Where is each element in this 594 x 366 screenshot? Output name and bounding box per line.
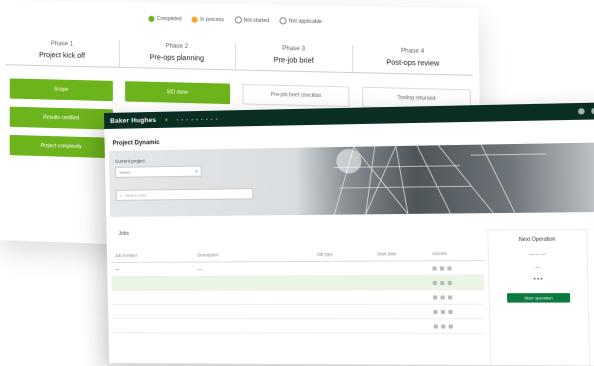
phase-number: Phase 1 [6, 40, 119, 48]
column-header[interactable]: Job type [312, 251, 373, 256]
legend-in-process: In process [192, 16, 224, 24]
delete-icon[interactable] [447, 266, 451, 270]
column-header: Actions [428, 251, 484, 257]
delete-icon[interactable] [449, 324, 453, 328]
rig-illustration [291, 142, 594, 215]
legend-not-applicable: Not applicable [279, 17, 322, 25]
phase-name: Project kick off [6, 51, 119, 61]
delete-icon[interactable] [448, 295, 452, 299]
view-icon[interactable] [441, 309, 445, 313]
phase-name: Post-ops review [353, 59, 472, 69]
nav-links[interactable]: • • • • • • • • • [177, 116, 219, 122]
row-actions [429, 295, 485, 299]
view-icon[interactable] [440, 280, 444, 284]
row-actions [429, 324, 485, 328]
phase-column[interactable]: Phase 2 Pre-ops planning [120, 40, 236, 69]
phase-column[interactable]: Phase 1 Project kick off [6, 38, 120, 67]
brand-logo[interactable]: Baker Hughes [110, 116, 156, 124]
legend-in-process-label: In process [200, 16, 224, 23]
search-input[interactable]: ⌕ Search jobs [116, 188, 254, 201]
task-tile[interactable]: Project complexity [10, 135, 113, 158]
delete-icon[interactable] [448, 309, 452, 313]
project-select[interactable]: Select ▾ [115, 166, 202, 178]
hero-banner: Current project Select ▾ ⌕ Search jobs [109, 142, 594, 217]
column-header[interactable]: Start date [373, 251, 428, 256]
jobs-section-title: Jobs [118, 231, 129, 237]
project-select-value: Select [119, 170, 130, 175]
task-tile[interactable]: Results certified [10, 107, 113, 130]
view-icon[interactable] [440, 295, 444, 299]
not-started-dot-icon [234, 16, 241, 23]
side-panel-title: Next Operation [488, 236, 586, 243]
notification-icon[interactable] [578, 108, 585, 114]
next-operation-panel: Next Operation — — — — • • • Start opera… [487, 229, 590, 366]
not-applicable-dot-icon [279, 17, 286, 24]
completed-dot-icon [149, 15, 155, 21]
legend-not-started-label: Not started [244, 17, 269, 24]
row-actions [428, 266, 484, 270]
chevron-down-icon: ▾ [196, 169, 198, 174]
edit-icon[interactable] [433, 309, 437, 313]
side-panel-value: • • • [489, 276, 587, 283]
phase-number: Phase 2 [120, 43, 235, 51]
edit-icon[interactable] [433, 295, 437, 299]
row-actions [428, 280, 484, 284]
phase-name: Pre-job brief [236, 56, 353, 66]
jobs-table: Job number Description Job type Start da… [111, 246, 485, 333]
table-row[interactable] [111, 276, 484, 291]
side-panel-line: — [489, 265, 587, 271]
column-header[interactable]: Job number [111, 252, 193, 258]
table-row[interactable]: —— [111, 261, 484, 277]
phase-name: Pre-ops planning [120, 54, 235, 64]
edit-icon[interactable] [434, 324, 438, 328]
search-icon: ⌕ [120, 193, 122, 198]
legend-not-applicable-label: Not applicable [289, 18, 322, 25]
start-operation-button[interactable]: Start operation [507, 293, 570, 303]
task-tile[interactable]: SID done [125, 81, 230, 104]
delete-icon[interactable] [448, 280, 452, 284]
table-row[interactable] [112, 305, 485, 320]
legend-not-started: Not started [234, 16, 269, 24]
search-placeholder: Search jobs [125, 192, 146, 197]
project-selector-panel: Current project Select ▾ ⌕ Search jobs [115, 156, 268, 201]
view-icon[interactable] [440, 266, 444, 270]
table-cell: — [194, 266, 313, 272]
legend-completed: Completed [149, 15, 182, 23]
task-tile[interactable]: Scope [10, 78, 113, 101]
app-window: Baker Hughes ◗ • • • • • • • • • Project… [104, 102, 594, 366]
edit-icon[interactable] [432, 266, 436, 270]
view-icon[interactable] [441, 324, 445, 328]
current-project-label: Current project [115, 156, 267, 163]
phase-column[interactable]: Phase 3 Pre-job brief [235, 43, 353, 72]
edit-icon[interactable] [433, 280, 437, 284]
task-tile[interactable]: Pre-job brief checklist [242, 84, 349, 107]
legend-completed-label: Completed [157, 15, 182, 22]
column-header[interactable]: Description [193, 252, 312, 258]
status-legend: Completed In process Not started Not app… [0, 12, 478, 28]
table-body: —— [111, 261, 485, 334]
table-cell: — [111, 267, 193, 272]
phase-column[interactable]: Phase 4 Post-ops review [353, 45, 472, 74]
side-panel-line: — — — [489, 251, 587, 257]
row-actions [429, 309, 485, 313]
brand-mark-icon: ◗ [164, 116, 168, 123]
phase-number: Phase 3 [235, 45, 352, 54]
phase-header: Phase 1 Project kick off Phase 2 Pre-ops… [6, 38, 473, 76]
phase-number: Phase 4 [353, 47, 472, 56]
in-process-dot-icon [192, 16, 198, 22]
top-right-controls [578, 108, 594, 115]
table-row[interactable] [112, 290, 485, 305]
table-row[interactable] [112, 319, 485, 334]
